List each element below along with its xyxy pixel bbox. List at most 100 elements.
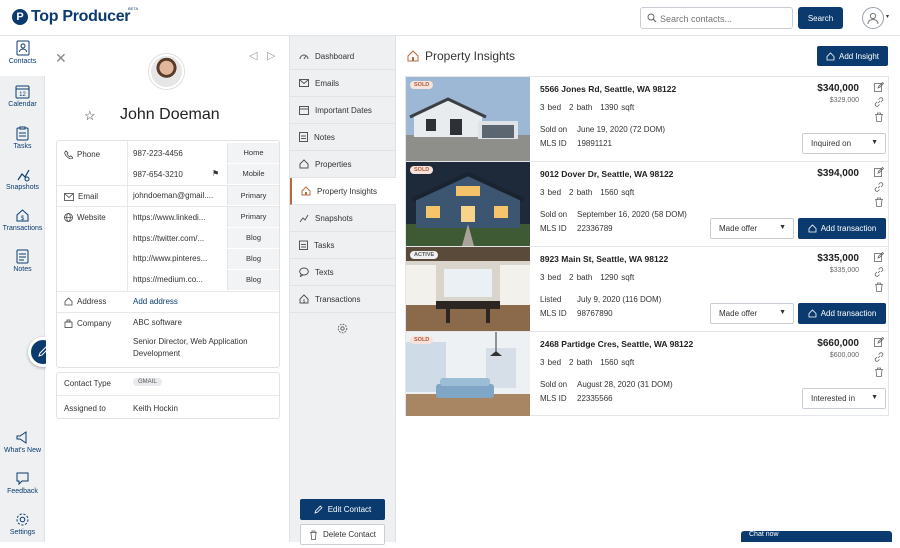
nav-contacts[interactable]: Contacts xyxy=(0,36,45,76)
phone-icon xyxy=(64,150,74,160)
interest-select[interactable]: Made offer ▼ xyxy=(710,218,794,239)
edit-icon[interactable] xyxy=(874,337,884,347)
edit-icon[interactable] xyxy=(874,167,884,177)
property-photo[interactable]: SOLD xyxy=(406,162,530,246)
website-value[interactable]: https://medium.co... xyxy=(133,275,203,284)
next-contact-icon[interactable]: ▷ xyxy=(267,49,275,62)
trash-icon[interactable] xyxy=(874,112,884,122)
phone-type: Mobile xyxy=(227,164,279,184)
listing-card[interactable]: SOLD 5566 Jones Rd, Seattle, WA 98122 3 … xyxy=(406,77,888,162)
menu-dashboard[interactable]: Dashboard xyxy=(290,43,396,70)
house-insight-icon xyxy=(301,186,311,196)
previous-price: $329,000 xyxy=(829,97,859,104)
menu-snapshots[interactable]: Snapshots xyxy=(290,205,396,232)
gear-icon[interactable] xyxy=(337,323,348,334)
nav-calendar[interactable]: 12 Calendar xyxy=(0,80,45,120)
interest-select[interactable]: Inquired on ▼ xyxy=(802,133,886,154)
mls-value: 98767890 xyxy=(577,309,613,318)
property-photo[interactable]: SOLD xyxy=(406,77,530,161)
calendar-icon: 12 xyxy=(15,85,30,99)
chevron-down-icon[interactable]: ▾ xyxy=(886,13,889,20)
calendar-day: 12 xyxy=(19,92,26,98)
trash-icon[interactable] xyxy=(874,282,884,292)
nav-transactions[interactable]: $ Transactions xyxy=(0,204,45,244)
listing-card[interactable]: SOLD 9012 Dover Dr, Seattle, WA 98122 3 … xyxy=(406,162,888,247)
contact-type-badge[interactable]: GMAIL xyxy=(133,378,162,386)
website-value[interactable]: https://twitter.com/... xyxy=(133,234,204,243)
listing-address[interactable]: 2468 Partidge Cres, Seattle, WA 98122 xyxy=(540,339,693,349)
nav-feedback[interactable]: Feedback xyxy=(0,467,45,507)
link-icon[interactable] xyxy=(874,267,884,277)
website-type: Blog xyxy=(227,270,279,290)
add-transaction-button[interactable]: Add transaction xyxy=(798,303,886,324)
link-icon[interactable] xyxy=(874,352,884,362)
edit-icon[interactable] xyxy=(874,252,884,262)
edit-contact-button[interactable]: Edit Contact xyxy=(300,499,385,520)
interest-select[interactable]: Interested in ▼ xyxy=(802,388,886,409)
tasks-icon xyxy=(16,126,29,141)
search-box[interactable] xyxy=(640,7,793,29)
menu-emails[interactable]: Emails xyxy=(290,70,396,97)
snapshots-icon xyxy=(17,169,30,182)
website-value[interactable]: http://www.pinteres... xyxy=(133,254,207,263)
megaphone-icon xyxy=(16,431,27,444)
property-photo[interactable]: ACTIVE xyxy=(406,247,530,331)
phone-number[interactable]: 987-223-4456 xyxy=(133,149,183,158)
menu-notes[interactable]: Notes xyxy=(290,124,396,151)
assigned-to-value: Keith Hockin xyxy=(133,404,178,413)
flag-icon[interactable]: ⚑ xyxy=(212,169,219,178)
contact-panel: ✕ ◁ ▷ ☆ John Doeman Phone 987-223-4456 H… xyxy=(46,36,289,542)
menu-property-insights[interactable]: Property Insights xyxy=(290,178,396,205)
close-icon[interactable]: ✕ xyxy=(55,50,67,67)
menu-properties[interactable]: Properties xyxy=(290,151,396,178)
menu-tasks[interactable]: Tasks xyxy=(290,232,396,259)
nav-snapshots[interactable]: Snapshots xyxy=(0,163,45,203)
chat-widget-bar[interactable]: Chat now xyxy=(741,531,892,542)
link-icon[interactable] xyxy=(874,97,884,107)
house-add-icon xyxy=(808,224,817,233)
email-value[interactable]: johndoeman@gmail.... xyxy=(133,191,213,200)
listing-address[interactable]: 9012 Dover Dr, Seattle, WA 98122 xyxy=(540,169,673,179)
edit-icon[interactable] xyxy=(874,82,884,92)
interest-select[interactable]: Made offer ▼ xyxy=(710,303,794,324)
website-value[interactable]: https://www.linkedi... xyxy=(133,213,205,222)
previous-contact-icon[interactable]: ◁ xyxy=(249,49,257,62)
top-producer-logo[interactable]: P Top Producer BETA xyxy=(12,6,138,26)
menu-important-dates[interactable]: Important Dates xyxy=(290,97,396,124)
add-insight-button[interactable]: Add Insight xyxy=(817,46,888,66)
nav-label: What's New xyxy=(3,447,42,454)
listing-card[interactable]: ACTIVE 8923 Main St, Seattle, WA 98122 3… xyxy=(406,247,888,332)
search-button[interactable]: Search xyxy=(798,7,843,29)
listing-actions xyxy=(874,252,886,297)
property-photo[interactable]: SOLD xyxy=(406,332,530,416)
nav-label: Snapshots xyxy=(5,184,40,191)
chat-bubble-icon xyxy=(299,267,309,277)
nav-whats-new[interactable]: What's New xyxy=(0,426,45,466)
add-address-link[interactable]: Add address xyxy=(133,297,178,306)
menu-texts[interactable]: Texts xyxy=(290,259,396,286)
menu-transactions[interactable]: $ Transactions xyxy=(290,286,396,313)
status-value: September 16, 2020 (58 DOM) xyxy=(577,210,687,219)
nav-label: Tasks xyxy=(13,143,32,150)
home-icon xyxy=(64,297,73,306)
nav-label: Notes xyxy=(13,266,32,273)
nav-tasks[interactable]: Tasks xyxy=(0,122,45,162)
nav-settings[interactable]: Settings xyxy=(0,508,45,548)
link-icon[interactable] xyxy=(874,182,884,192)
logo-mark-icon: P xyxy=(12,9,28,25)
listing-card[interactable]: SOLD 2468 Partidge Cres, Seattle, WA 981… xyxy=(406,332,888,417)
add-transaction-button[interactable]: Add transaction xyxy=(798,218,886,239)
user-avatar-button[interactable] xyxy=(862,7,884,29)
search-input[interactable] xyxy=(660,11,788,26)
listing-address[interactable]: 8923 Main St, Seattle, WA 98122 xyxy=(540,254,668,264)
favorite-star-icon[interactable]: ☆ xyxy=(84,108,96,124)
chevron-down-icon: ▼ xyxy=(779,309,786,316)
phone-number[interactable]: 987-654-3210 xyxy=(133,170,183,179)
website-type: Blog xyxy=(227,249,279,269)
nav-notes[interactable]: Notes xyxy=(0,245,45,285)
listing-address[interactable]: 5566 Jones Rd, Seattle, WA 98122 xyxy=(540,84,676,94)
trash-icon[interactable] xyxy=(874,367,884,377)
trash-icon[interactable] xyxy=(874,197,884,207)
previous-price: $335,000 xyxy=(829,267,859,274)
mls-label: MLS ID xyxy=(540,309,567,318)
